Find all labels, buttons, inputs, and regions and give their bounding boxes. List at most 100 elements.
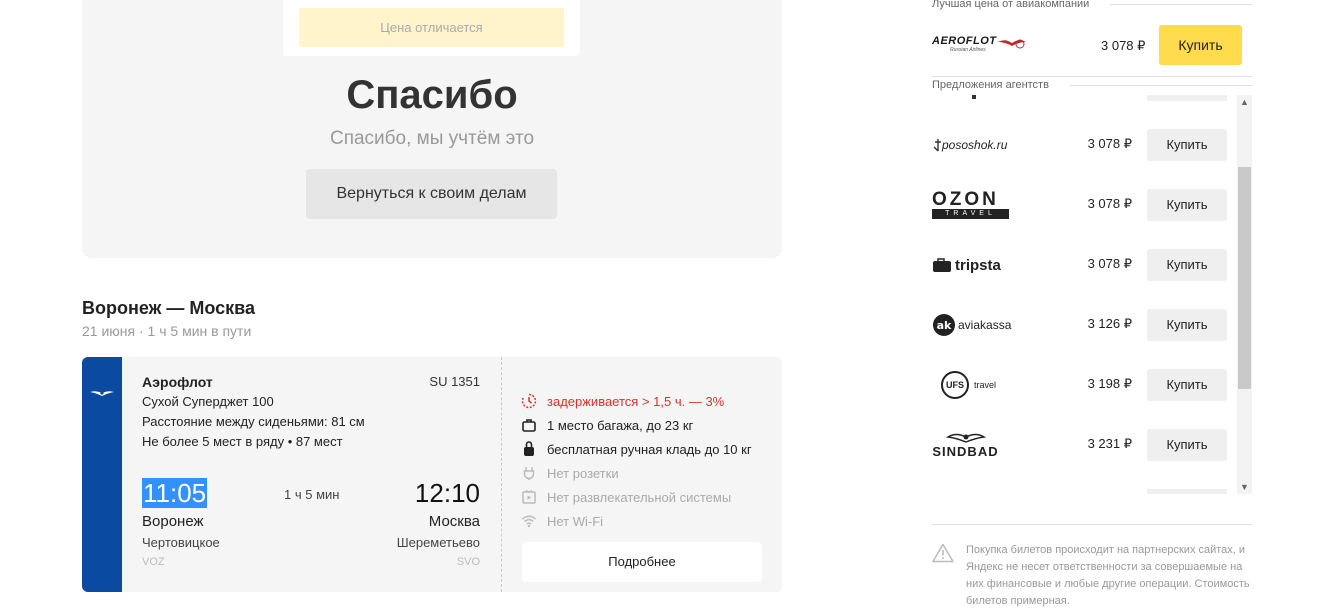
amenity-wifi: Нет Wi-Fi [520,511,603,531]
aeroflot-logo-sub: Russian Airlines [950,47,986,53]
tripsta-logo: tripsta [932,235,1001,295]
agency-row-tripsta: tripsta 3 078 ₽ Купить [932,235,1237,295]
amenity-label: 1 место багажа, до 23 кг [547,417,694,433]
thanks-title: Спасибо [346,73,518,117]
buy-button-aeroflot[interactable]: Купить [1159,25,1242,65]
pososhok-mark-icon [933,139,941,152]
agency-price: 3 231 ₽ [1087,436,1132,451]
agency-name: SINDBAD [932,443,999,459]
aeroflot-wings-icon [90,391,114,396]
agency-row-sindbad: SINDBAD 3 231 ₽ Купить [932,415,1237,475]
buy-button-ozon[interactable]: Купить [1147,189,1227,221]
scrollbar-thumb[interactable] [1238,167,1251,389]
partner-disclaimer: Покупка билетов происходит на партнерски… [966,544,1250,607]
buy-button-aviakassa[interactable]: Купить [1147,309,1227,341]
amenity-carry-on: бесплатная ручная кладь до 10 кг [520,439,752,459]
ufs-badge-text: UFS [946,380,964,390]
agency-name: tripsta [955,256,1001,274]
amenity-delay: задерживается > 1,5 ч. — 3% [520,391,724,411]
agency-name: pososhok.ru [942,138,1008,152]
aeroflot-wing-icon [998,39,1026,49]
agency-row-aviakassa: ak aviakassa 3 126 ₽ Купить [932,295,1237,355]
amenity-label: бесплатная ручная кладь до 10 кг [547,441,752,457]
ufs-badge: UFS [941,371,969,399]
agency-price: 3 198 ₽ [1087,376,1132,391]
amenity-power: Нет розетки [520,463,619,483]
agency-name: OZON [932,189,999,210]
arrival-airport-code: SVO [456,556,480,568]
baggage-icon [520,416,538,434]
partial-buy-button [1147,489,1227,494]
airline-stripe [82,357,122,592]
ozon-travel-logo: OZON TRAVEL [932,175,1009,235]
arrival-city: Москва [428,513,480,530]
sindbad-wings-icon [945,433,986,443]
wifi-icon [520,512,538,530]
buy-button-sindbad[interactable]: Купить [1147,429,1227,461]
sindbad-logo: SINDBAD [932,415,999,475]
flight-card[interactable]: Аэрофлот SU 1351 Сухой Суперджет 100 Рас… [82,357,782,592]
agency-price: 3 078 ₽ [1087,196,1132,211]
route-subtitle: 21 июня · 1 ч 5 мин в пути [82,323,252,339]
warning-icon [932,543,954,563]
back-to-tasks-button[interactable]: Вернуться к своим делам [306,169,557,219]
power-socket-icon [520,464,538,482]
agency-list-scrollbar[interactable]: ▲ ▼ [1237,95,1252,494]
section-divider [1070,85,1252,86]
partial-buy-button [1147,95,1227,101]
ufs-travel-logo: UFS travel [941,355,996,415]
aviakassa-mark-icon: ak [933,314,955,336]
card-divider [501,357,502,592]
agency-row-ufs: UFS travel 3 198 ₽ Купить [932,355,1237,415]
aircraft-model: Сухой Суперджет 100 [142,394,274,409]
agency-price: 3 078 ₽ [1087,136,1132,151]
agency-row-pososhok: pososhok.ru 3 078 ₽ Купить [932,115,1237,175]
aviakassa-logo: ak aviakassa [932,295,1011,355]
flight-details-button[interactable]: Подробнее [522,542,762,582]
scroll-up-icon[interactable]: ▲ [1237,95,1252,109]
flight-duration: 1 ч 5 мин [284,487,340,502]
amenity-label: Нет розетки [547,465,619,481]
entertainment-icon [520,488,538,506]
carry-on-icon [520,440,538,458]
airline-name: Аэрофлот [142,374,213,390]
seats-per-row: Не более 5 мест в ряду • 87 мест [142,434,343,449]
suitcase-icon [933,258,951,272]
agencies-label: Предложения агентств [932,79,1049,91]
agency-name: aviakassa [958,318,1012,332]
scroll-down-icon[interactable]: ▼ [1237,480,1252,494]
agency-price: 3 126 ₽ [1087,316,1132,331]
buy-button-tripsta[interactable]: Купить [1147,249,1227,281]
agency-name: travel [974,380,997,390]
arrival-airport: Шереметьево [396,535,480,550]
departure-airport-code: VOZ [142,556,165,568]
feedback-card: Цена отличается Спасибо Спасибо, мы учтё… [82,0,782,258]
amenity-baggage: 1 место багажа, до 23 кг [520,415,693,435]
departure-city: Воронеж [142,513,204,530]
aeroflot-logo: AEROFLOT Russian Airlines [932,35,1027,57]
route-title: Воронеж — Москва [82,298,256,318]
agency-price: 3 078 ₽ [1087,256,1132,271]
flight-number: SU 1351 [429,374,480,389]
svg-text:ak: ak [937,319,952,332]
price-differs-option[interactable]: Цена отличается [299,8,564,47]
amenity-label: Нет Wi-Fi [547,513,604,529]
pososhok-logo: pososhok.ru [932,115,1007,175]
partial-logo [972,95,976,99]
buy-button-ufs[interactable]: Купить [1147,369,1227,401]
best-price: 3 078 ₽ [1101,38,1146,53]
agency-row-ozon: OZON TRAVEL 3 078 ₽ Купить [932,175,1237,235]
arrival-time: 12:10 [414,478,480,508]
thanks-subtitle: Спасибо, мы учтём это [329,128,535,149]
buy-button-pososhok[interactable]: Купить [1147,129,1227,161]
section-divider [1110,4,1252,5]
best-price-label: Лучшая цена от авиакомпании [932,0,1090,10]
ozon-travel-sub: TRAVEL [932,209,1009,219]
departure-airport: Чертовицкое [142,535,220,550]
amenity-entertainment: Нет развлекательной системы [520,487,731,507]
agency-offers-list[interactable]: pososhok.ru 3 078 ₽ Купить OZON TRAVEL 3… [932,95,1252,494]
aeroflot-logo-text: AEROFLOT [932,35,997,47]
amenity-label: задерживается > 1,5 ч. — 3% [547,393,725,409]
section-divider [932,524,1252,525]
seat-pitch: Расстояние между сиденьями: 81 см [142,414,365,429]
